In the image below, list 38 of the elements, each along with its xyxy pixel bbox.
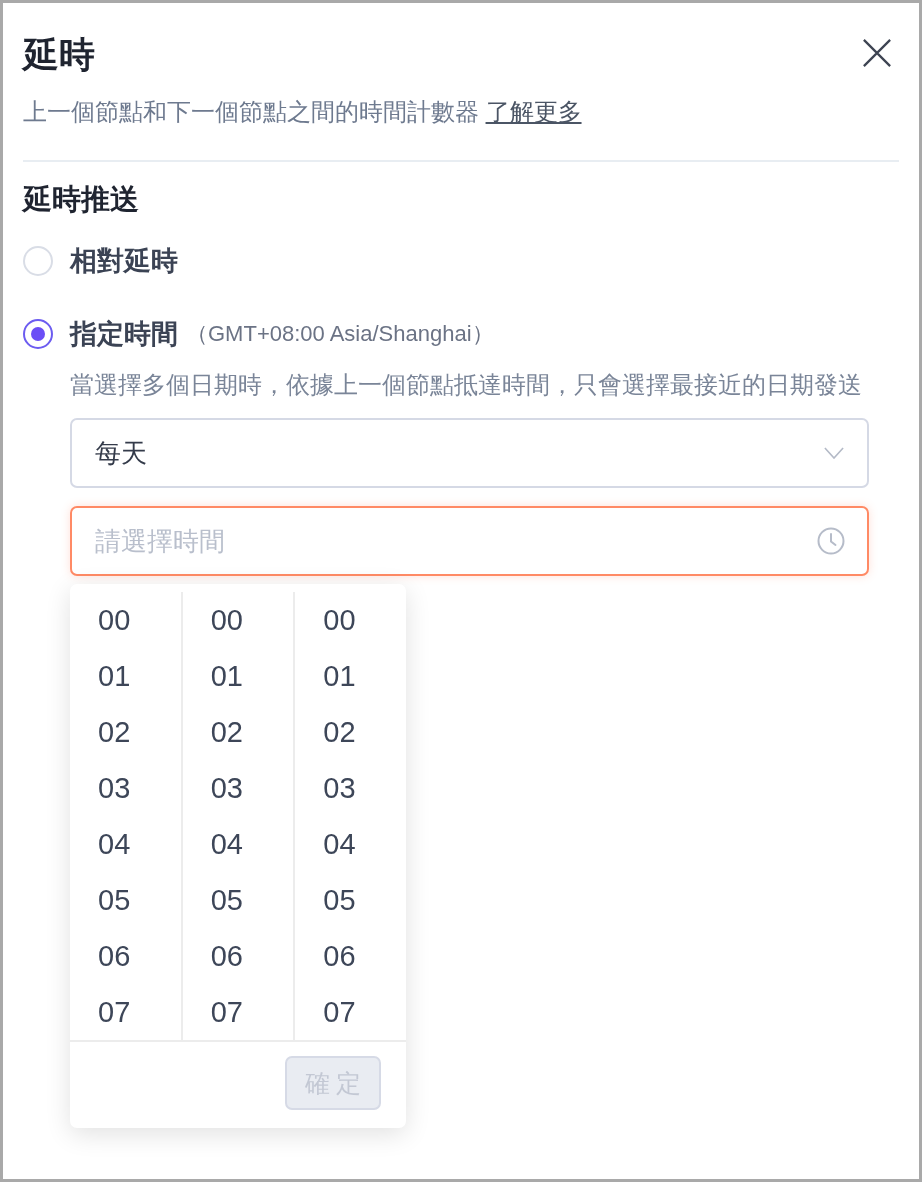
dialog-title: 延時 (23, 33, 95, 77)
time-option[interactable]: 03 (323, 770, 356, 806)
clock-icon (817, 527, 845, 555)
time-option[interactable]: 06 (323, 938, 356, 974)
time-option[interactable]: 05 (210, 882, 243, 918)
section-title: 延時推送 (23, 182, 140, 217)
timezone-note: （GMT+08:00 Asia/Shanghai） (186, 320, 494, 348)
time-option[interactable]: 02 (98, 714, 131, 750)
option-hint: 當選擇多個日期時，依據上一個節點抵達時間，只會選擇最接近的日期發送 (70, 371, 863, 400)
time-option[interactable]: 01 (98, 658, 131, 694)
time-option[interactable]: 00 (323, 602, 356, 638)
time-option[interactable]: 04 (98, 826, 131, 862)
time-option[interactable]: 00 (98, 602, 131, 638)
time-option[interactable]: 03 (98, 770, 131, 806)
close-icon[interactable] (862, 38, 892, 68)
time-option[interactable]: 07 (323, 994, 356, 1030)
time-option[interactable]: 05 (323, 882, 356, 918)
time-field[interactable]: 請選擇時間 (70, 506, 869, 576)
option-label[interactable]: 指定時間 (70, 316, 178, 352)
repeat-select[interactable]: 每天 (70, 418, 869, 488)
time-option[interactable]: 03 (210, 770, 243, 806)
time-option[interactable]: 06 (210, 938, 243, 974)
option-label[interactable]: 相對延時 (70, 243, 178, 279)
chevron-down-icon (824, 447, 844, 459)
dialog-description: 上一個節點和下一個節點之間的時間計數器 了解更多 (23, 98, 583, 127)
time-option[interactable]: 02 (210, 714, 243, 750)
time-option[interactable]: 07 (98, 994, 131, 1030)
time-option[interactable]: 04 (323, 826, 356, 862)
time-option[interactable]: 04 (210, 826, 243, 862)
time-option[interactable]: 00 (210, 602, 243, 638)
time-option[interactable]: 01 (323, 658, 356, 694)
learn-more-link[interactable]: 了解更多 (485, 99, 582, 125)
time-option[interactable]: 01 (210, 658, 243, 694)
time-option[interactable]: 02 (323, 714, 356, 750)
radio-button[interactable] (23, 319, 53, 349)
time-option[interactable]: 07 (210, 994, 243, 1030)
time-option[interactable]: 05 (98, 882, 131, 918)
time-option[interactable]: 06 (98, 938, 131, 974)
